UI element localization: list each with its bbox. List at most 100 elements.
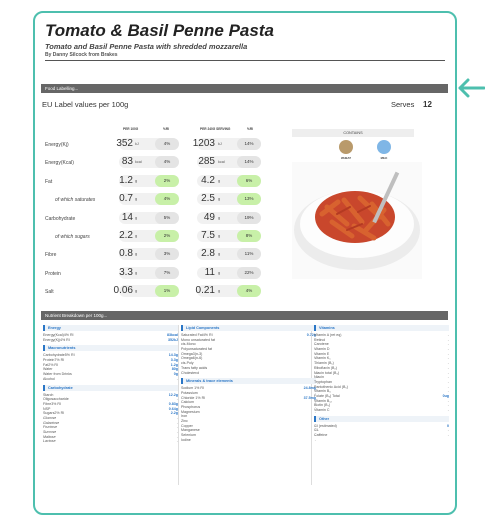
nutrient-detail-label: Omega6(n-6) <box>181 356 203 361</box>
per-serving-value: 0.21 <box>195 285 215 297</box>
nutrient-label: Energy(Kcal) <box>45 160 74 167</box>
per100-value: 0.8 <box>119 248 133 260</box>
per100-ri-badge: 5% <box>155 211 179 224</box>
per-serving-ri-badge: 19% <box>237 211 261 224</box>
per100-ri-badge: 4% <box>155 193 179 206</box>
nutrient-detail-label: Magnesium <box>181 409 200 414</box>
nutrient-detail-label: Chloride 1% RI <box>181 395 206 400</box>
per-serving-ri-badge: 6% <box>237 174 261 187</box>
per-serving-unit: g <box>218 197 221 202</box>
breakdown-column: Vitamins Vitamin A (ret eq) - Retinol - Carot… <box>314 325 449 438</box>
per-serving-value: 11 <box>204 266 215 278</box>
contains-header: CONTAINS <box>292 129 414 137</box>
nutrient-detail-label: Glucose <box>43 415 57 420</box>
allergen-label-wheat: WHEAT <box>340 156 352 160</box>
nutrient-label: Energy(Kj) <box>45 142 69 148</box>
wheat-icon <box>339 140 353 154</box>
nutrient-detail-value: - <box>176 376 178 381</box>
recipe-title: Tomato & Basil Penne Pasta <box>45 21 274 40</box>
nutrient-label: of which sugars <box>55 234 90 240</box>
nutrient-detail-label: Sugars2% RI <box>43 411 65 416</box>
divider <box>45 60 445 61</box>
nutrient-detail-label: Fructose <box>43 425 57 430</box>
per100-ri-badge: 1% <box>155 285 179 298</box>
nutrient-row: of which sugars 2% 2.2 g 8% 7.5 g <box>35 230 335 246</box>
col-header-per100: PER 100G <box>123 127 139 131</box>
per-serving-value: 7.5 <box>201 230 215 241</box>
nutrient-detail-label: Thiamin (B₁) <box>314 361 334 366</box>
per100-unit: g <box>135 234 138 238</box>
nutrient-detail-label: Niacin total (B₃) <box>314 370 340 375</box>
per-serving-ri-badge: 8% <box>237 230 261 242</box>
per-serving-unit: kJ <box>218 142 222 146</box>
nutrient-detail-value: 352kJ <box>168 337 178 342</box>
per100-value: 14 <box>121 211 133 223</box>
nutrient-detail-label: GL <box>314 428 319 433</box>
arrow-left-icon <box>458 78 485 98</box>
nutrient-detail-label: Retinol <box>314 337 326 342</box>
nutrient-detail-label: Vitamin K₁ <box>314 356 331 361</box>
col-header-per-serving: PER 240G SERVING <box>200 127 231 131</box>
nutrient-row: Fibre 3% 0.8 g 11% 2.8 g <box>35 248 335 264</box>
food-labelling-bar[interactable]: Food Labelling... <box>41 84 448 93</box>
per100-unit: g <box>135 178 138 183</box>
recipe-byline: By Danny Silcock from Brakes <box>45 52 118 58</box>
column-divider <box>178 325 179 485</box>
per-serving-value: 2.5 <box>201 193 215 205</box>
nutrient-detail-label: Maltose <box>43 434 56 439</box>
per100-value: 3.3 <box>119 266 133 278</box>
eu-label-heading: EU Label values per 100g <box>42 100 129 109</box>
nutrient-detail-row: Iodine - <box>181 438 316 443</box>
nutrient-detail-label: Selenium <box>181 433 196 438</box>
nutrient-label: Protein <box>45 270 61 277</box>
nutrient-detail-label: Iodine <box>181 437 191 442</box>
nutrient-detail-label: Galactose <box>43 420 60 425</box>
nutrient-detail-label: Oligosaccharide <box>43 397 69 402</box>
nutrient-label: of which saturates <box>55 197 96 204</box>
nutrient-detail-label: Omega3(n-3) <box>181 351 203 356</box>
nutrient-detail-label: Starch <box>43 392 54 397</box>
col-header-ri: %RI <box>163 127 170 131</box>
nutrient-row: Energy(Kcal) 4% 83 kcal 14% 285 kcal <box>35 156 335 172</box>
nutrient-detail-row: Vitamin C - <box>314 408 449 413</box>
nutrient-detail-label: Manganese <box>181 428 200 433</box>
per100-value: 352 <box>116 138 133 149</box>
per100-value: 1.2 <box>119 174 133 186</box>
nutrient-detail-row: Alcohol - <box>43 377 178 382</box>
per100-value: 83 <box>121 156 133 168</box>
breakdown-column: Lipid Components Saturated Fat4% RI 0.72g M… <box>181 325 316 442</box>
per-serving-value: 2.8 <box>201 248 215 260</box>
per-serving-value: 285 <box>198 156 215 168</box>
per100-ri-badge: 7% <box>155 266 179 279</box>
nutrient-row: Salt 1% 0.06 g 4% 0.21 g <box>35 285 335 301</box>
serves-value[interactable]: 12 <box>423 100 432 109</box>
nutrient-detail-label: Calcium <box>181 400 194 405</box>
nutrient-detail-label: Potassium <box>181 390 198 395</box>
nutrient-detail-label: Carbohydrate5% RI <box>43 353 75 358</box>
section-heading: Vitamins <box>314 325 449 331</box>
per-serving-unit: g <box>218 270 221 275</box>
per-serving-ri-badge: 11% <box>237 248 261 261</box>
nutrient-breakdown-bar[interactable]: Nutrient Breakdown per 100g... <box>41 311 448 320</box>
per-serving-ri-badge: 22% <box>237 266 261 279</box>
nutrient-detail-label: Alcohol <box>43 376 55 381</box>
nutrient-label: Fibre <box>45 252 57 259</box>
nutrient-detail-label: Vitamin E <box>314 351 330 356</box>
breakdown-column: Energy Energy(Kcal)4% RI 83kcal Energy(Kj)4… <box>43 325 178 444</box>
nutrient-detail-label: Water <box>43 367 53 372</box>
nutrient-detail-label: Trans fatty acids <box>181 365 208 370</box>
per100-unit: kJ <box>135 142 139 146</box>
section-heading: Lipid Components <box>181 325 316 331</box>
per-serving-unit: g <box>218 234 221 238</box>
per-serving-ri-badge: 14% <box>237 156 261 169</box>
per-serving-value: 4.2 <box>201 174 215 186</box>
per100-unit: g <box>135 215 138 220</box>
nutrient-detail-label: Vitamin B₁₂ <box>314 398 332 403</box>
nutrient-label: Carbohydrate <box>45 215 76 222</box>
allergen-label-milk: MILK <box>380 156 388 160</box>
nutrient-detail-label: cis-Poly <box>181 361 194 366</box>
per100-unit: g <box>135 270 138 275</box>
per-serving-value: 49 <box>203 211 215 223</box>
per100-unit: kcal <box>135 160 142 165</box>
nutrient-detail-label: Water from Drinks <box>43 372 72 377</box>
